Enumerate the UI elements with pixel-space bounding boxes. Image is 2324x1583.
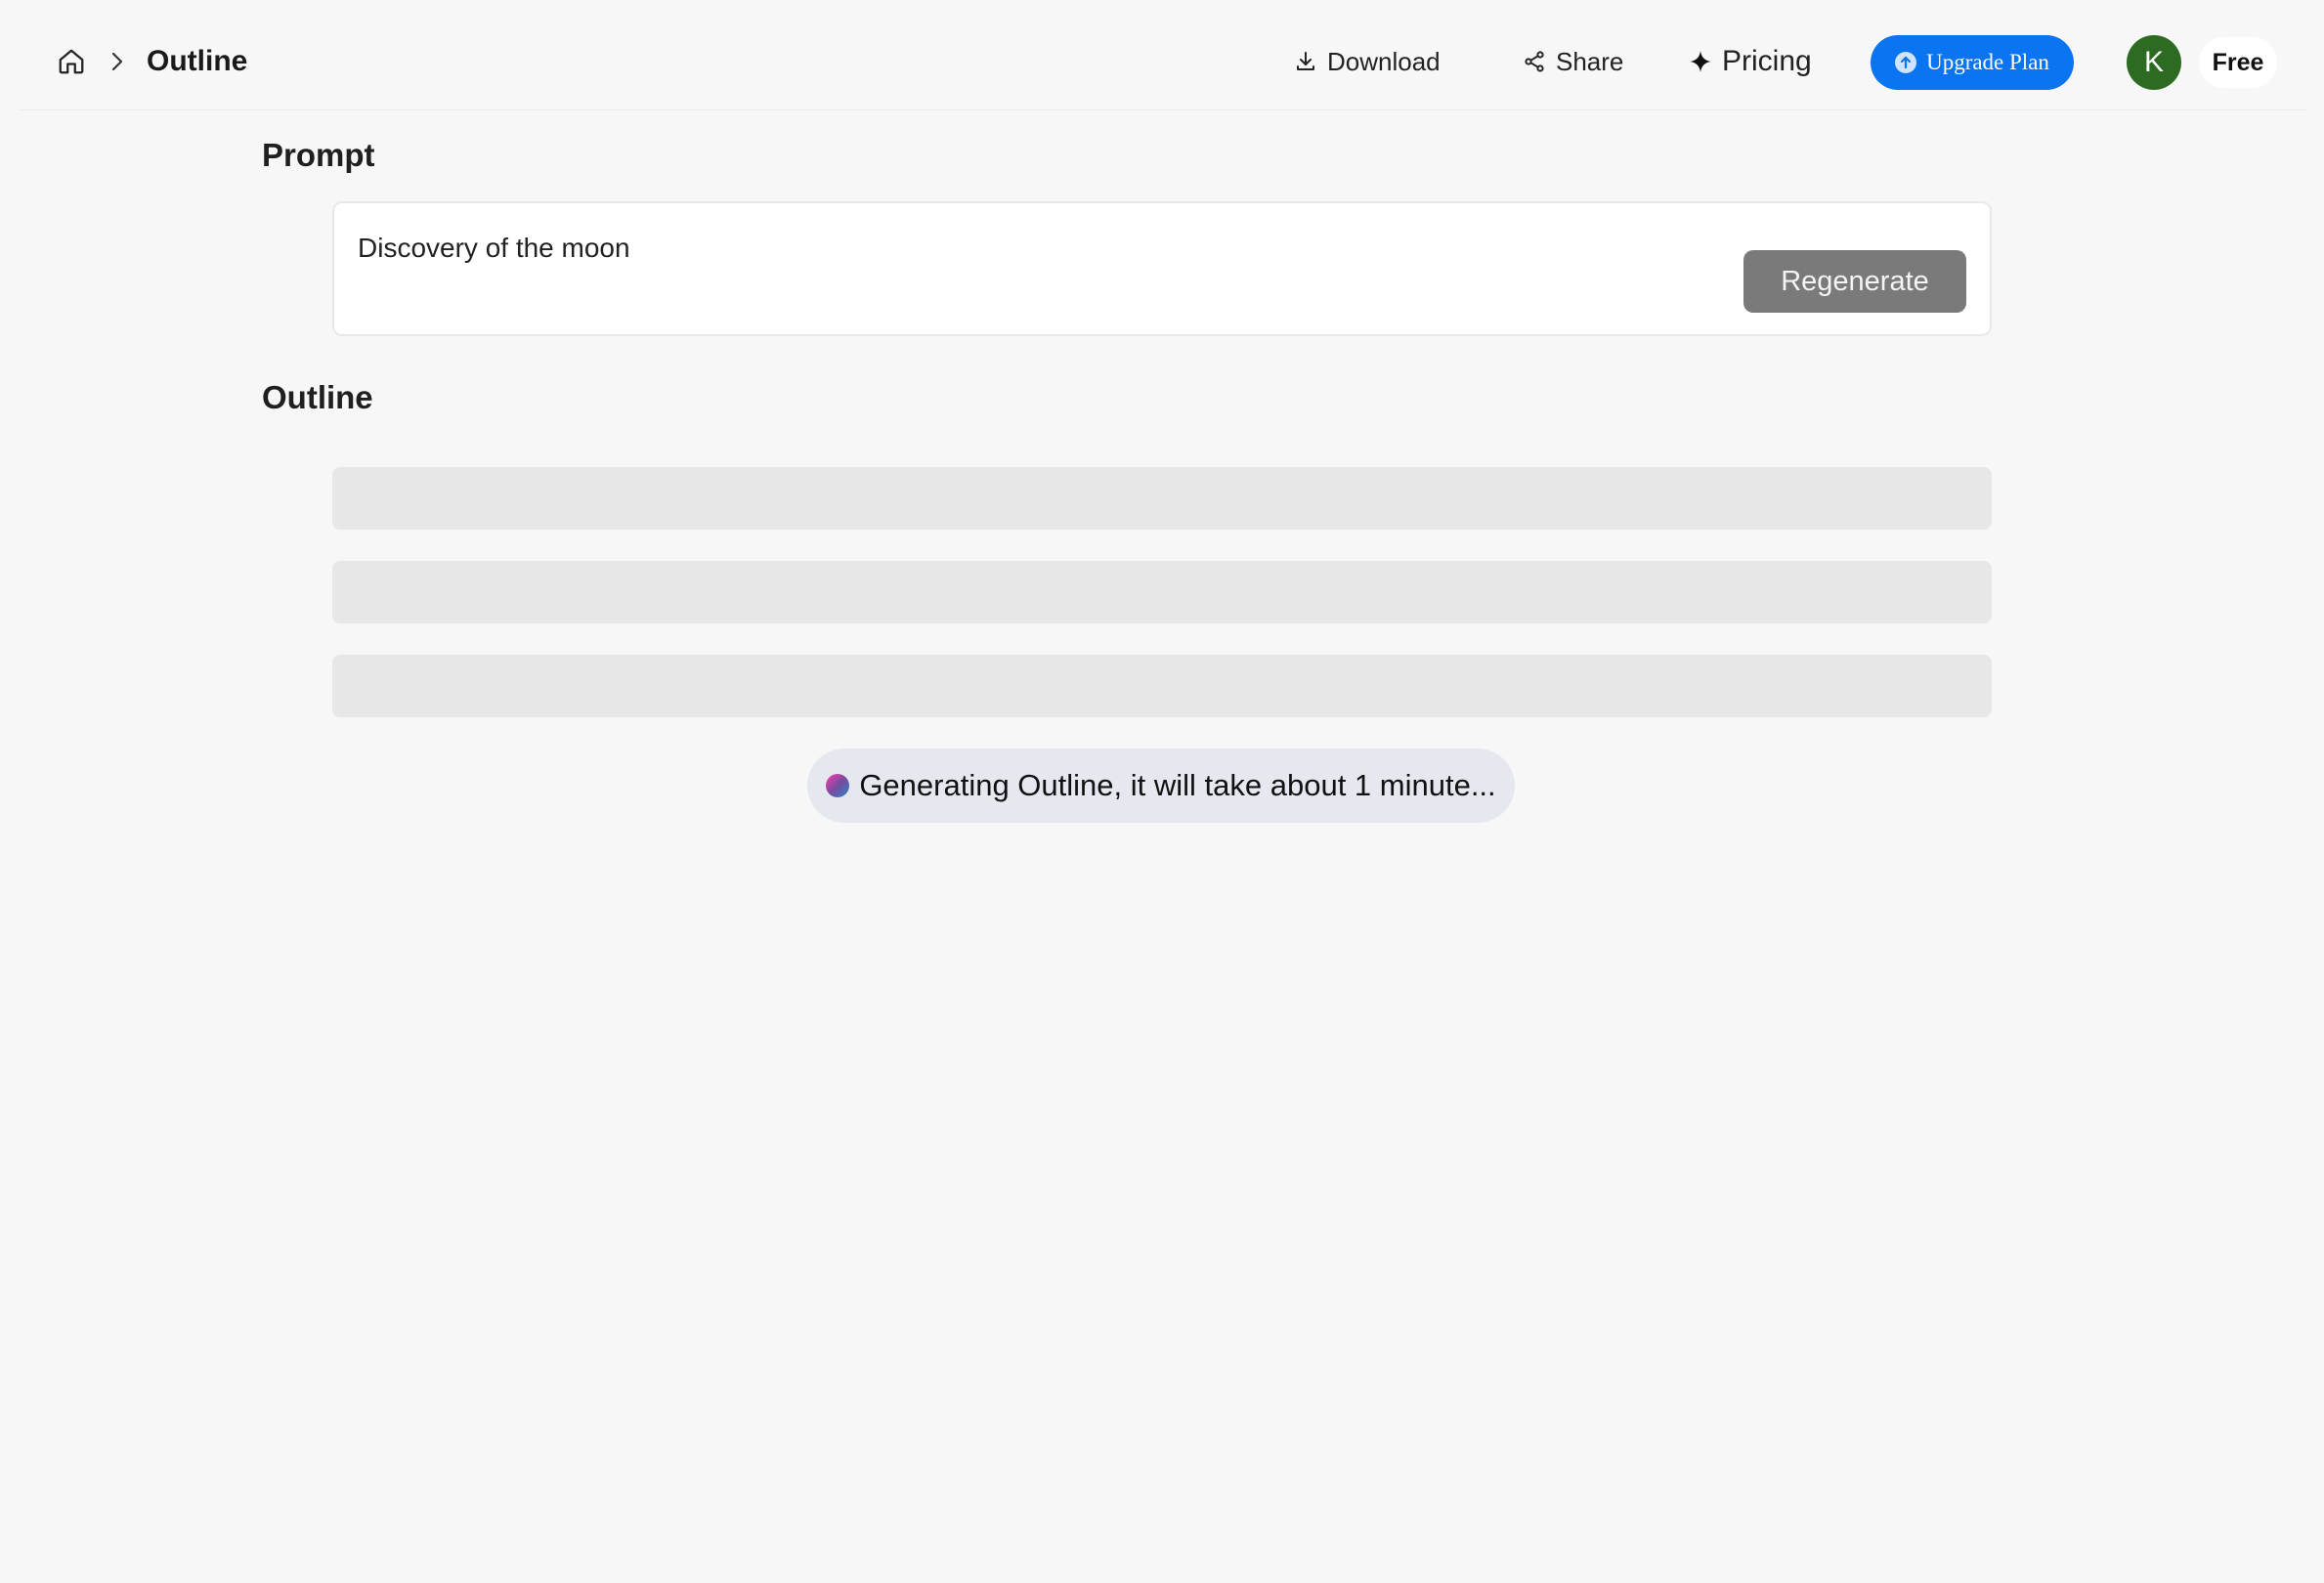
pricing-button[interactable]: Pricing (1689, 39, 1812, 84)
home-icon[interactable] (55, 45, 88, 78)
download-label: Download (1327, 46, 1441, 76)
loading-dot-icon (826, 774, 850, 797)
outline-skeleton-row (332, 655, 1992, 717)
generating-status-text: Generating Outline, it will take about 1… (859, 768, 1496, 802)
pricing-label: Pricing (1722, 45, 1812, 77)
top-bar: Outline Download Share Pricing Upgrade P… (18, 0, 2306, 110)
prompt-section-title: Prompt (262, 137, 375, 173)
prompt-box[interactable]: Discovery of the moon Regenerate (332, 201, 1992, 336)
avatar[interactable]: K (2127, 35, 2181, 90)
upgrade-plan-label: Upgrade Plan (1926, 50, 2049, 74)
upgrade-plan-button[interactable]: Upgrade Plan (1871, 35, 2074, 90)
sparkle-icon (1690, 51, 1711, 72)
outline-section-title: Outline (262, 379, 373, 415)
share-label: Share (1556, 46, 1624, 76)
outline-skeleton-row (332, 561, 1992, 623)
chevron-right-icon (108, 47, 127, 76)
plan-badge: Free (2199, 37, 2277, 88)
upgrade-arrow-icon (1895, 52, 1917, 73)
generating-status: Generating Outline, it will take about 1… (807, 749, 1515, 823)
prompt-text[interactable]: Discovery of the moon (358, 233, 630, 264)
download-icon (1297, 52, 1314, 70)
regenerate-button[interactable]: Regenerate (1743, 250, 1966, 313)
page-title: Outline (147, 45, 248, 77)
download-button[interactable]: Download (1294, 39, 1441, 84)
share-button[interactable]: Share (1523, 39, 1623, 84)
outline-skeleton-row (332, 467, 1992, 530)
share-icon (1525, 51, 1544, 72)
